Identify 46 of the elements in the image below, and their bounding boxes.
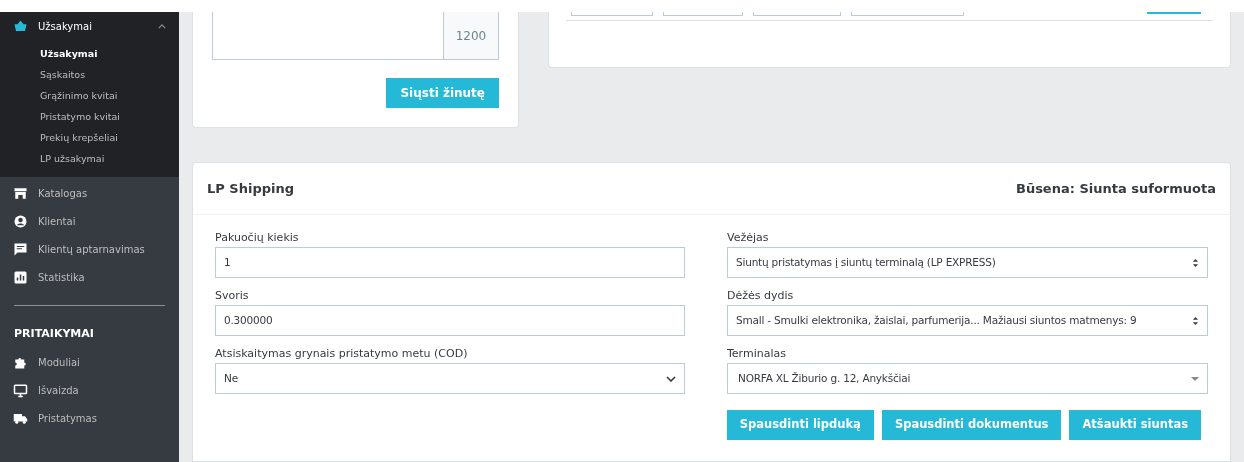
input-field[interactable] bbox=[663, 12, 743, 16]
submenu-item[interactable]: Prekių krepšeliai bbox=[40, 127, 179, 148]
sidebar-item[interactable]: Klientų aptarnavimas bbox=[38, 241, 166, 257]
field-label: Atsiskaitymas grynais pristatymo metu (COD) bbox=[215, 346, 469, 362]
sidebar-item[interactable]: Pristatymas bbox=[38, 410, 166, 426]
sort-arrows-icon bbox=[1192, 315, 1199, 326]
sort-arrows-icon bbox=[1192, 257, 1199, 268]
field-label: Dėžės dydis bbox=[727, 288, 795, 304]
sidebar-item[interactable]: Statistika bbox=[38, 269, 166, 285]
caret-down-icon bbox=[1191, 376, 1199, 381]
submenu-item[interactable]: Grąžinimo kvitai bbox=[40, 85, 179, 106]
message-textarea[interactable]: 1200 bbox=[212, 12, 499, 60]
sidebar-item[interactable]: Katalogas bbox=[38, 185, 166, 201]
select-field[interactable]: Ne bbox=[215, 363, 685, 394]
shipment-status: Būsena: Siunta suformuota bbox=[1015, 179, 1216, 198]
input-field[interactable] bbox=[571, 12, 653, 16]
select-field[interactable]: Siuntų pristatymas į siuntų terminalą (LP EXPRESS) bbox=[727, 247, 1208, 278]
input-field[interactable] bbox=[851, 12, 964, 16]
sidebar-item[interactable]: Išvaizda bbox=[38, 382, 166, 398]
input-field[interactable]: 0.300000 bbox=[215, 305, 685, 336]
input-field[interactable]: 1 bbox=[215, 247, 685, 278]
store-icon bbox=[13, 185, 28, 201]
monitor-icon bbox=[13, 382, 28, 398]
input-field[interactable] bbox=[753, 12, 841, 16]
field-label: Pakuočių kiekis bbox=[215, 230, 300, 246]
submenu-item[interactable]: Sąskaitos bbox=[40, 64, 179, 85]
user-icon bbox=[13, 213, 28, 229]
chat-icon bbox=[13, 241, 28, 257]
section-title: PRITAIKYMAI bbox=[14, 327, 94, 340]
character-counter: 1200 bbox=[443, 12, 498, 59]
select-field[interactable]: Small - Smulki elektronika, žaislai, parfumerija... Mažiausi siuntos matmenys: 9 bbox=[727, 305, 1208, 336]
sidebar-item[interactable]: Klientai bbox=[38, 213, 166, 229]
basket-icon bbox=[13, 18, 28, 34]
chevron-down-icon bbox=[666, 375, 676, 382]
sidebar-item[interactable]: Užsakymai bbox=[38, 18, 148, 34]
field-label: Vežėjas bbox=[727, 230, 770, 246]
select-field[interactable]: NORFA XL Žiburio g. 12, Anykščiai bbox=[727, 363, 1208, 394]
chart-icon bbox=[13, 269, 28, 285]
sidebar-item[interactable]: Moduliai bbox=[38, 354, 166, 370]
field-label: Svoris bbox=[215, 288, 250, 304]
field-label: Terminalas bbox=[727, 346, 787, 362]
card-title: LP Shipping bbox=[207, 179, 295, 198]
submenu-item[interactable]: Užsakymai bbox=[40, 43, 179, 64]
chevron-up-icon[interactable] bbox=[158, 23, 166, 29]
submenu-item[interactable]: LP užsakymai bbox=[40, 148, 179, 169]
submenu-item[interactable]: Pristatymo kvitai bbox=[40, 106, 179, 127]
